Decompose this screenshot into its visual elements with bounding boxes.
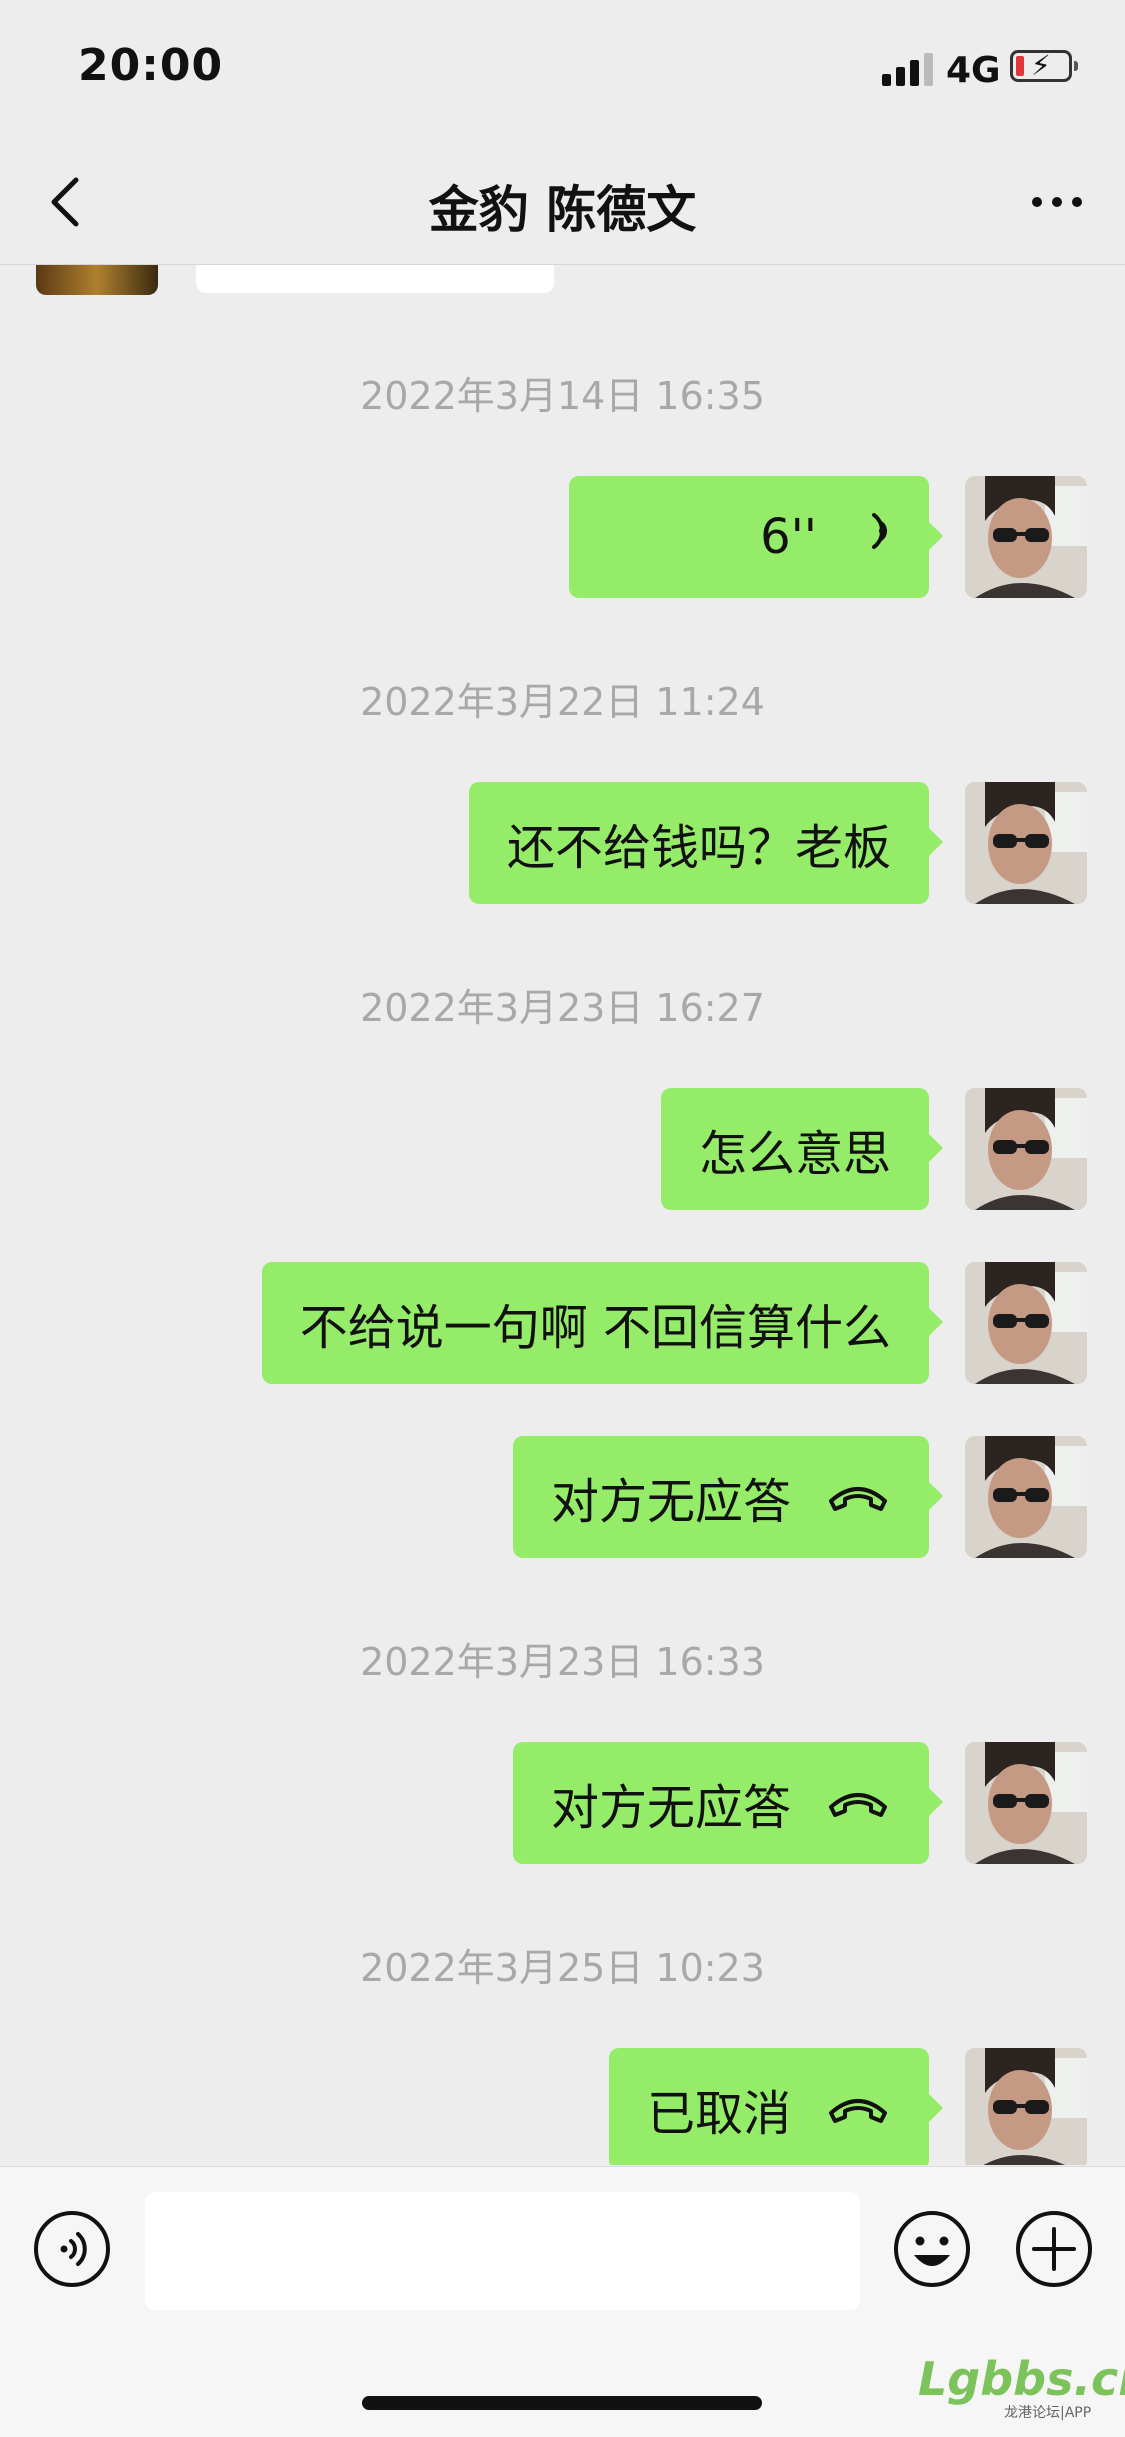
text-message-bubble[interactable]: 怎么意思 <box>660 1088 944 1210</box>
chat-area[interactable]: 2022年3月14日 16:35 6'' 2022年3月22日 11:24 还不… <box>0 265 1125 2165</box>
voice-icon <box>34 2211 110 2287</box>
phone-hangup-icon <box>825 2081 891 2137</box>
message-text: 已取消 <box>646 2086 791 2142</box>
timestamp: 2022年3月23日 16:33 <box>360 1640 765 1684</box>
my-avatar[interactable] <box>965 1088 1087 1210</box>
call-message-bubble[interactable]: 对方无应答 <box>512 1436 944 1558</box>
voice-message-bubble[interactable]: 6'' <box>569 476 943 598</box>
message-text: 不给说一句啊 不回信算什么 <box>299 1300 891 1356</box>
more-button[interactable] <box>1027 178 1087 226</box>
message-text: 怎么意思 <box>698 1126 891 1182</box>
watermark: Lgbbs.cn 龙港论坛|APP <box>918 2352 1125 2421</box>
message-row: 不给说一句啊 不回信算什么 <box>0 1262 1125 1384</box>
message-text: 还不给钱吗？老板 <box>506 820 891 876</box>
emoji-button[interactable] <box>892 2209 972 2289</box>
voice-input-button[interactable] <box>32 2209 112 2289</box>
my-avatar[interactable] <box>965 1262 1087 1384</box>
status-time: 20:00 <box>78 40 224 91</box>
message-row: 还不给钱吗？老板 <box>0 782 1125 904</box>
plus-icon <box>1016 2211 1092 2287</box>
battery-icon: ⚡ <box>1010 50 1078 82</box>
network-type: 4G <box>946 50 1001 91</box>
home-indicator[interactable] <box>362 2396 762 2410</box>
phone-hangup-icon <box>825 1469 891 1525</box>
nav-bar: 金豹 陈德文 <box>0 140 1125 265</box>
message-text: 对方无应答 <box>550 1780 791 1836</box>
message-text: 对方无应答 <box>550 1474 791 1530</box>
message-row: 对方无应答 <box>0 1436 1125 1558</box>
message-row: 怎么意思 <box>0 1088 1125 1210</box>
my-avatar[interactable] <box>965 476 1087 598</box>
call-message-bubble[interactable]: 对方无应答 <box>512 1742 944 1864</box>
timestamp: 2022年3月25日 10:23 <box>360 1946 765 1990</box>
timestamp: 2022年3月22日 11:24 <box>360 680 765 724</box>
contact-message-bubble[interactable] <box>196 265 554 293</box>
watermark-logo: Lgbbs.cn <box>918 2352 1125 2406</box>
timestamp: 2022年3月23日 16:27 <box>360 986 765 1030</box>
phone-hangup-icon <box>825 1775 891 1831</box>
status-bar: 20:00 4G ⚡ <box>0 0 1125 140</box>
text-message-bubble[interactable]: 不给说一句啊 不回信算什么 <box>261 1262 944 1384</box>
message-row: 对方无应答 <box>0 1742 1125 1864</box>
smiley-icon <box>894 2211 970 2287</box>
my-avatar[interactable] <box>965 1742 1087 1864</box>
voice-duration: 6'' <box>760 509 817 565</box>
more-dots-icon <box>1032 197 1082 207</box>
message-input[interactable] <box>145 2192 860 2310</box>
watermark-subtitle: 龙港论坛|APP <box>1004 2405 1092 2421</box>
chat-title: 金豹 陈德文 <box>428 181 697 239</box>
contact-avatar[interactable] <box>36 265 158 295</box>
my-avatar[interactable] <box>965 782 1087 904</box>
message-row: 6'' <box>0 476 1125 598</box>
message-row: 已取消 <box>0 2048 1125 2165</box>
my-avatar[interactable] <box>965 2048 1087 2165</box>
voice-waves-icon <box>851 509 891 565</box>
call-message-bubble[interactable]: 已取消 <box>608 2048 944 2165</box>
text-message-bubble[interactable]: 还不给钱吗？老板 <box>468 782 944 904</box>
timestamp: 2022年3月14日 16:35 <box>360 374 765 418</box>
signal-strength-icon <box>882 52 936 86</box>
more-functions-button[interactable] <box>1014 2209 1094 2289</box>
my-avatar[interactable] <box>965 1436 1087 1558</box>
